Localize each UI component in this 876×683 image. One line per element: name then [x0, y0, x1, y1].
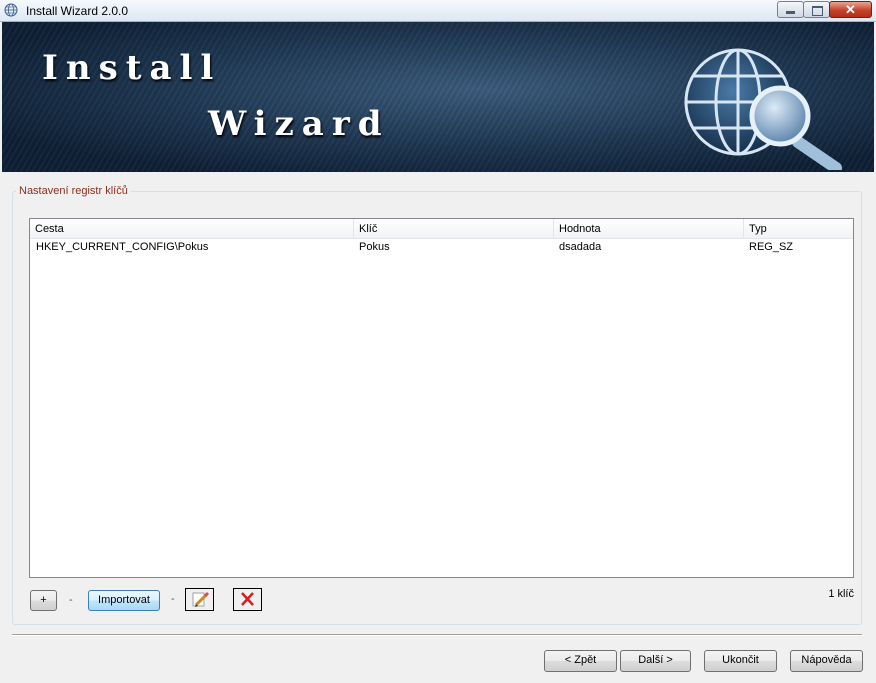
next-button[interactable]: Další > — [620, 650, 691, 672]
wizard-banner: Install Wizard — [2, 22, 874, 172]
globe-magnifier-icon — [684, 48, 842, 170]
registry-keys-table[interactable]: Cesta Klíč Hodnota Typ HKEY_CURRENT_CONF… — [29, 218, 854, 578]
maximize-icon — [812, 6, 823, 16]
import-button[interactable]: Importovat — [88, 590, 160, 611]
title-bar: Install Wizard 2.0.0 ✕ — [0, 0, 876, 22]
banner-title-line1: Install — [42, 48, 222, 88]
close-icon: ✕ — [845, 2, 856, 17]
table-header: Cesta Klíč Hodnota Typ — [30, 219, 853, 239]
table-row[interactable]: HKEY_CURRENT_CONFIG\Pokus Pokus dsadada … — [30, 239, 853, 256]
pencil-icon — [192, 591, 210, 607]
footer-divider — [12, 634, 862, 636]
minimize-icon — [786, 11, 795, 14]
separator: - — [69, 594, 73, 606]
close-button[interactable]: ✕ — [829, 1, 872, 18]
cell-path: HKEY_CURRENT_CONFIG\Pokus — [36, 241, 209, 253]
cell-type: REG_SZ — [749, 241, 794, 253]
maximize-button[interactable] — [803, 1, 830, 18]
column-header-type[interactable]: Typ — [744, 219, 853, 238]
separator: - — [171, 593, 175, 605]
key-count: 1 klíč — [828, 588, 854, 600]
edit-button[interactable] — [185, 588, 214, 611]
delete-icon — [241, 592, 254, 606]
column-header-path[interactable]: Cesta — [30, 219, 354, 238]
finish-button[interactable]: Ukončit — [704, 650, 777, 672]
column-header-value[interactable]: Hodnota — [554, 219, 744, 238]
help-button[interactable]: Nápověda — [790, 650, 863, 672]
banner-title-line2: Wizard — [208, 104, 390, 144]
delete-button[interactable] — [233, 588, 262, 611]
app-globe-icon — [4, 3, 18, 17]
window-title: Install Wizard 2.0.0 — [26, 4, 129, 18]
add-button[interactable]: + — [30, 590, 57, 611]
group-title: Nastavení registr klíčů — [16, 185, 131, 197]
cell-value: dsadada — [559, 241, 602, 253]
column-header-key[interactable]: Klíč — [354, 219, 554, 238]
minimize-button[interactable] — [777, 1, 804, 18]
cell-key: Pokus — [359, 241, 390, 253]
back-button[interactable]: < Zpět — [544, 650, 617, 672]
